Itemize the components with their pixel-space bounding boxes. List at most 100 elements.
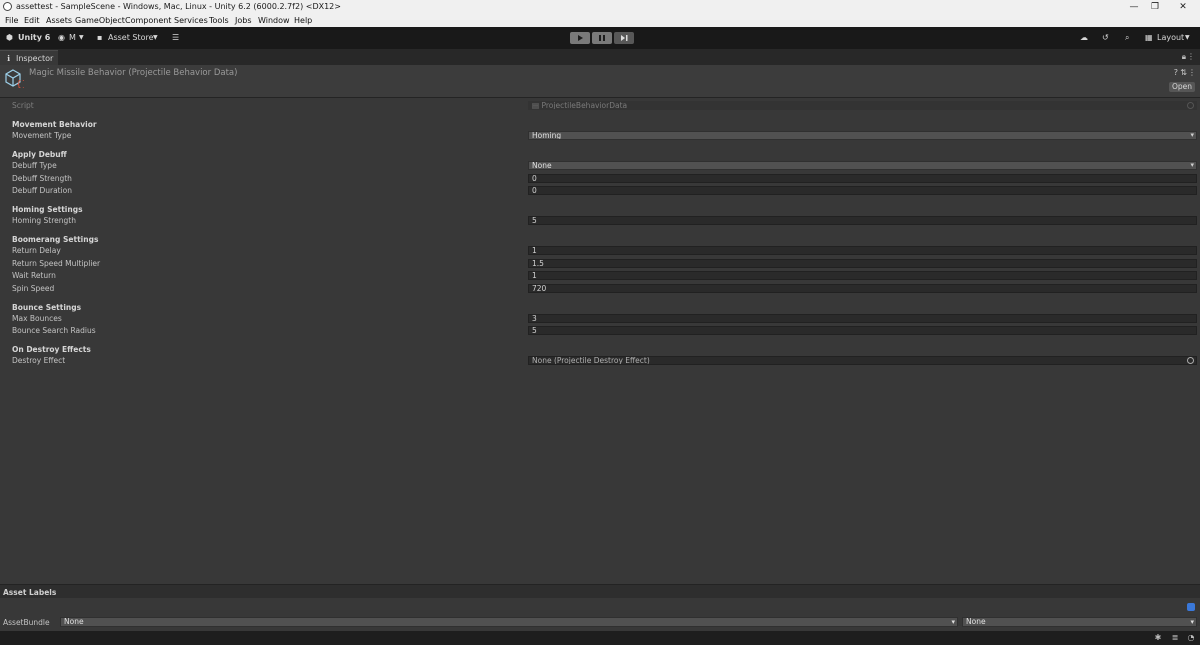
window-title-bar: assettest - SampleScene - Windows, Mac, … [0, 0, 1200, 14]
help-icon[interactable]: ? [1174, 68, 1178, 77]
return-speed-multiplier-label: Return Speed Multiplier [12, 259, 101, 268]
homing-strength-field[interactable]: 5 [528, 216, 1197, 225]
tab-inspector-label: Inspector [16, 54, 54, 63]
debuff-strength-label: Debuff Strength [12, 174, 72, 183]
section-movement-behavior: Movement Behavior [12, 120, 97, 129]
menu-window[interactable]: Window [258, 16, 290, 25]
debuff-strength-field[interactable]: 0 [528, 174, 1197, 183]
menu-component[interactable]: Component [125, 16, 171, 25]
script-label: Script [12, 101, 34, 110]
account-button[interactable]: M [69, 33, 76, 42]
chevron-down-icon: ▼ [1185, 34, 1190, 41]
search-icon[interactable]: ⌕ [1125, 33, 1129, 43]
unity-version-button[interactable]: Unity 6 [18, 33, 50, 42]
info-icon: ℹ [7, 54, 11, 63]
debug-icon[interactable]: ✱ [1154, 634, 1162, 642]
history-icon[interactable]: ↺ [1102, 33, 1109, 42]
main-toolbar: ⬢ Unity 6 ◉ M ▼ ▪ Asset Store ▼ ☰ ☁ ↺ ⌕ … [0, 27, 1200, 49]
window-title: assettest - SampleScene - Windows, Mac, … [16, 2, 341, 11]
debuff-type-value: None [532, 161, 552, 170]
chevron-down-icon: ▾ [1190, 161, 1194, 169]
section-on-destroy-effects: On Destroy Effects [12, 345, 91, 354]
stack-icon[interactable]: ≣ [1171, 634, 1179, 642]
object-picker-icon[interactable] [1187, 357, 1194, 364]
play-icon [578, 35, 583, 41]
account-icon[interactable]: ◉ [58, 33, 65, 42]
menu-file[interactable]: File [5, 16, 18, 25]
return-delay-label: Return Delay [12, 246, 61, 255]
minimize-button[interactable]: — [1123, 1, 1145, 13]
step-icon [621, 35, 628, 41]
menu-bar: File Edit Assets GameObject Component Se… [0, 14, 1200, 27]
movement-type-value: Homing [532, 131, 562, 140]
unity-app-icon [3, 2, 12, 11]
asset-variant-dropdown[interactable]: None ▾ [962, 617, 1197, 627]
menu-tools[interactable]: Tools [209, 16, 229, 25]
preset-icon[interactable]: ⇅ [1180, 68, 1187, 77]
lock-icon[interactable]: 🔒︎ [1182, 52, 1186, 62]
chevron-down-icon: ▾ [951, 618, 955, 626]
movement-type-dropdown[interactable]: Homing ▾ [528, 131, 1197, 140]
homing-strength-label: Homing Strength [12, 216, 76, 225]
asset-bundle-dropdown[interactable]: None ▾ [60, 617, 958, 627]
context-menu-icon[interactable]: ⋮ [1188, 68, 1196, 77]
max-bounces-field[interactable]: 3 [528, 314, 1197, 323]
asset-store-button[interactable]: Asset Store [108, 33, 154, 42]
asset-bundle-row: AssetBundle None ▾ None ▾ [0, 616, 1200, 628]
debuff-type-label: Debuff Type [12, 161, 57, 170]
tab-strip: ℹ Inspector 🔒︎ ⋮ [0, 49, 1200, 66]
version-control-icon[interactable]: ☰ [172, 33, 179, 42]
bounce-search-radius-field[interactable]: 5 [528, 326, 1197, 335]
destroy-effect-field[interactable]: None (Projectile Destroy Effect) [528, 356, 1197, 365]
movement-type-label: Movement Type [12, 131, 72, 140]
unity-logo-icon: ⬢ [6, 33, 13, 42]
pause-icon [599, 35, 605, 41]
script-field[interactable]: ▤ ProjectileBehaviorData [528, 101, 1197, 110]
wait-return-field[interactable]: 1 [528, 271, 1197, 280]
tab-inspector[interactable]: ℹ Inspector [0, 50, 58, 66]
destroy-effect-label: Destroy Effect [12, 356, 66, 365]
open-button[interactable]: Open [1168, 82, 1195, 92]
menu-assets[interactable]: Assets [46, 16, 72, 25]
asset-store-icon: ▪ [97, 33, 103, 42]
play-button[interactable] [570, 32, 590, 44]
script-value: ProjectileBehaviorData [541, 101, 628, 110]
menu-edit[interactable]: Edit [24, 16, 40, 25]
asset-bundle-label: AssetBundle [3, 618, 50, 627]
object-picker-icon[interactable] [1187, 102, 1194, 109]
debuff-duration-field[interactable]: 0 [528, 186, 1197, 195]
wait-return-label: Wait Return [12, 271, 56, 280]
return-delay-field[interactable]: 1 [528, 246, 1197, 255]
section-apply-debuff: Apply Debuff [12, 150, 67, 159]
activity-icon[interactable]: ◔ [1187, 634, 1195, 642]
spin-speed-field[interactable]: 720 [528, 284, 1197, 293]
destroy-effect-value: None (Projectile Destroy Effect) [532, 356, 650, 365]
label-tag-icon[interactable] [1187, 603, 1195, 611]
asset-labels-area [0, 598, 1200, 616]
close-button[interactable]: ✕ [1172, 1, 1194, 13]
chevron-down-icon: ▼ [153, 34, 158, 41]
bounce-search-radius-label: Bounce Search Radius [12, 326, 96, 335]
menu-jobs[interactable]: Jobs [235, 16, 252, 25]
layout-dropdown[interactable]: Layout [1157, 33, 1184, 42]
asset-labels-title: Asset Labels [3, 588, 57, 597]
pause-button[interactable] [592, 32, 612, 44]
menu-gameobject[interactable]: GameObject [75, 16, 125, 25]
svg-text:{}: {} [16, 80, 24, 88]
cloud-icon[interactable]: ☁ [1080, 33, 1088, 42]
section-homing-settings: Homing Settings [12, 205, 83, 214]
asset-variant-value: None [966, 617, 986, 626]
return-speed-multiplier-field[interactable]: 1.5 [528, 259, 1197, 268]
menu-services[interactable]: Services [174, 16, 208, 25]
step-button[interactable] [614, 32, 634, 44]
debuff-type-dropdown[interactable]: None ▾ [528, 161, 1197, 170]
status-bar: ✱ ≣ ◔ [0, 631, 1200, 645]
section-bounce-settings: Bounce Settings [12, 303, 82, 312]
chevron-down-icon: ▾ [1190, 618, 1194, 626]
more-options-icon[interactable]: ⋮ [1187, 52, 1195, 61]
scriptable-object-icon: {} [5, 69, 24, 88]
menu-help[interactable]: Help [294, 16, 312, 25]
spin-speed-label: Spin Speed [12, 284, 55, 293]
inspector-header: {} Magic Missile Behavior (Projectile Be… [0, 65, 1200, 98]
maximize-button[interactable]: ❐ [1144, 1, 1166, 13]
